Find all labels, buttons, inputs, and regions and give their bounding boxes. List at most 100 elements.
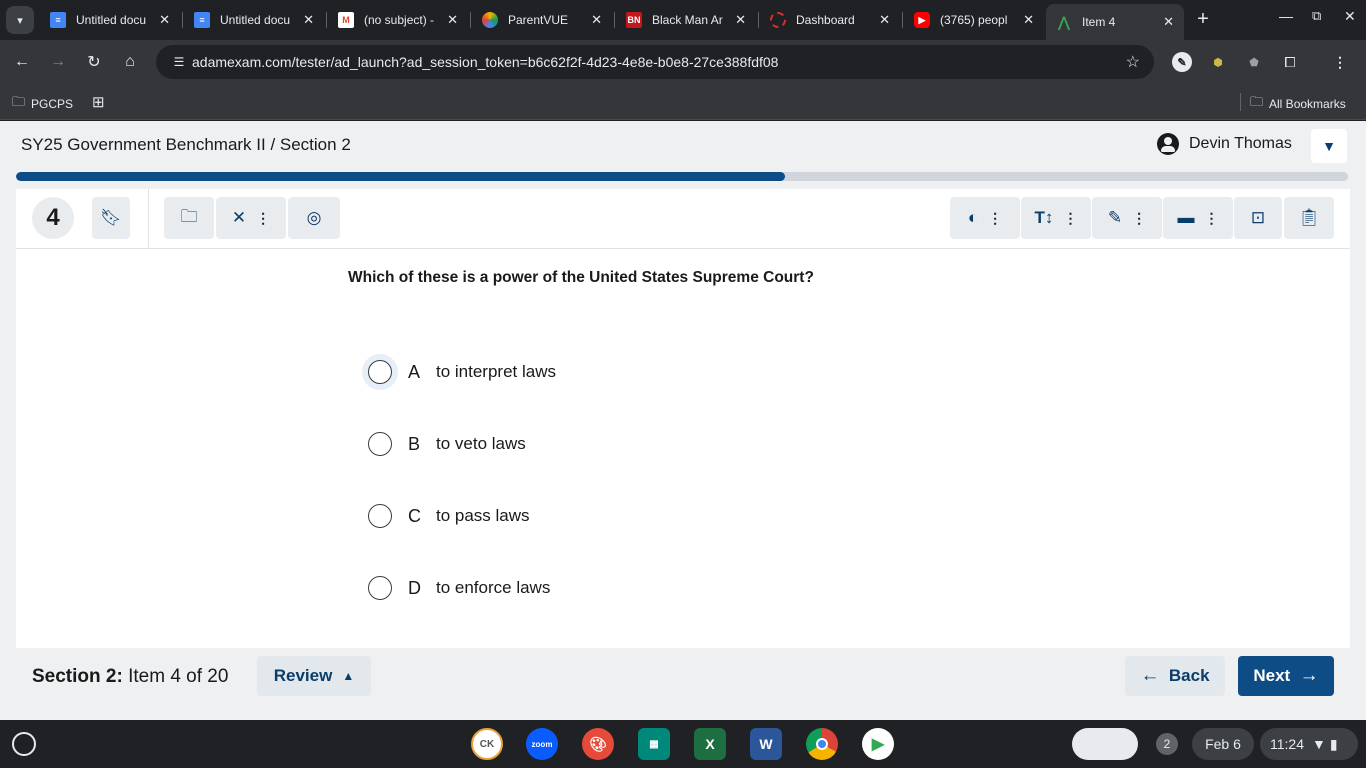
chrome-icon[interactable] — [806, 728, 838, 760]
play-store-icon[interactable]: ▶ — [862, 728, 894, 760]
close-icon[interactable]: ✕ — [1023, 12, 1034, 28]
close-icon[interactable]: ✕ — [303, 12, 314, 28]
ck12-icon[interactable]: CK — [471, 728, 503, 760]
word-icon[interactable]: W — [750, 728, 782, 760]
close-window-button[interactable]: ✕ — [1344, 8, 1356, 25]
browser-tab[interactable]: BN Black Man Ar ✕ — [616, 4, 756, 36]
radio-button[interactable] — [368, 360, 392, 384]
masking-button[interactable]: ◎ — [288, 197, 340, 239]
user-menu-button[interactable]: ▼ — [1311, 129, 1347, 163]
restore-button[interactable]: ⧉ — [1312, 8, 1321, 24]
item-position: Section 2: Item 4 of 20 — [32, 666, 229, 687]
contrast-button[interactable]: ◐ ⋮ — [950, 197, 1020, 239]
radio-wrap[interactable] — [362, 498, 398, 534]
status-tray[interactable]: 11:24 ▼ ▮ — [1260, 728, 1358, 760]
progress-fill — [16, 172, 785, 181]
radio-button[interactable] — [368, 504, 392, 528]
clock: 11:24 — [1270, 736, 1304, 752]
radio-button[interactable] — [368, 432, 392, 456]
highlighter-button[interactable]: ✎ ⋮ — [1092, 197, 1162, 239]
radio-button[interactable] — [368, 576, 392, 600]
excel-icon[interactable]: X — [694, 728, 726, 760]
extensions-puzzle-icon[interactable]: ⧠ — [1280, 52, 1300, 72]
launcher-button[interactable] — [12, 732, 36, 756]
choice-c[interactable]: C to pass laws — [362, 498, 530, 534]
bookmark-separator — [1240, 93, 1241, 111]
zoom-icon[interactable]: zoom — [526, 728, 558, 760]
dashboard-icon — [770, 12, 786, 28]
os-shelf: CK zoom 🎨︎ ▦ X W ▶ 2 Feb 6 11:24 ▼ ▮ — [0, 720, 1366, 768]
extension-shield-icon[interactable]: ⬟ — [1244, 52, 1264, 72]
radio-wrap[interactable] — [362, 570, 398, 606]
radio-wrap[interactable] — [362, 426, 398, 462]
close-icon[interactable]: ✕ — [591, 12, 602, 28]
choice-d[interactable]: D to enforce laws — [362, 570, 550, 606]
close-icon[interactable]: ✕ — [879, 12, 890, 28]
minimize-button[interactable]: — — [1279, 8, 1293, 24]
close-icon[interactable]: ✕ — [159, 12, 170, 28]
paint-icon[interactable]: 🎨︎ — [582, 728, 614, 760]
gmail-icon: M — [338, 12, 354, 28]
browser-tab[interactable]: ParentVUE ✕ — [472, 4, 612, 36]
browser-tab[interactable]: M (no subject) - ✕ — [328, 4, 468, 36]
caret-up-icon: ▲ — [342, 669, 355, 683]
notification-count[interactable]: 2 — [1156, 733, 1178, 755]
screenshot-tray[interactable] — [1072, 728, 1138, 760]
all-bookmarks[interactable]: 🗀 All Bookmarks — [1250, 93, 1346, 115]
home-button[interactable]: ⌂ — [116, 48, 144, 76]
tab-separator — [470, 12, 471, 28]
contrast-icon: ◐ — [967, 208, 979, 227]
zoom-button[interactable]: ⊡ — [1234, 197, 1282, 239]
browser-tab[interactable]: ≡ Untitled docu ✕ — [184, 4, 324, 36]
line-reader-button[interactable]: ▬ ⋮ — [1163, 197, 1233, 239]
apps-button[interactable]: ⊞ — [92, 93, 105, 111]
apps-grid-icon: ⊞ — [92, 94, 105, 111]
browser-menu-icon[interactable]: ⋮ — [1330, 52, 1350, 72]
new-tab-button[interactable]: + — [1192, 8, 1214, 30]
choice-b[interactable]: B to veto laws — [362, 426, 526, 462]
more-options-icon[interactable]: ⋮ — [256, 210, 270, 227]
browser-tab[interactable]: ≡ Untitled docu ✕ — [40, 4, 180, 36]
chevron-down-icon: ▾ — [17, 14, 23, 27]
next-button[interactable]: Next → — [1238, 656, 1334, 696]
tab-separator — [758, 12, 759, 28]
extension-hex-icon[interactable]: ⬢ — [1208, 52, 1228, 72]
back-nav-button[interactable]: ← — [8, 48, 36, 76]
eye-slash-icon: ◎ — [306, 208, 322, 227]
back-button[interactable]: ← Back — [1125, 656, 1225, 696]
plus-icon: + — [1197, 7, 1209, 30]
choice-a[interactable]: A to interpret laws — [362, 354, 556, 390]
eliminator-button[interactable]: ✕ ⋮ — [216, 197, 286, 239]
url-text[interactable]: adamexam.com/tester/ad_launch?ad_session… — [192, 54, 778, 70]
close-icon[interactable]: ✕ — [735, 12, 746, 28]
browser-tab[interactable]: ▶ (3765) peopl ✕ — [904, 4, 1044, 36]
tools-divider — [148, 189, 149, 249]
more-options-icon[interactable]: ⋮ — [988, 210, 1002, 227]
forward-nav-button[interactable]: → — [44, 48, 72, 76]
tab-search-button[interactable]: ▾ — [6, 6, 34, 34]
more-options-icon[interactable]: ⋮ — [1205, 210, 1219, 227]
star-icon[interactable]: ☆ — [1126, 52, 1140, 72]
classroom-icon[interactable]: ▦ — [638, 728, 670, 760]
reload-button[interactable]: ↻ — [80, 48, 108, 76]
close-icon[interactable]: ✕ — [447, 12, 458, 28]
test-page: SY25 Government Benchmark II / Section 2… — [0, 121, 1366, 720]
home-icon: ⌂ — [125, 53, 135, 70]
close-icon[interactable]: ✕ — [1163, 14, 1174, 30]
date-tray[interactable]: Feb 6 — [1192, 728, 1254, 760]
browser-tab[interactable]: Dashboard ✕ — [760, 4, 900, 36]
arrow-right-icon: → — [50, 53, 66, 70]
radio-wrap[interactable] — [362, 354, 398, 390]
more-options-icon[interactable]: ⋮ — [1132, 210, 1146, 227]
address-bar[interactable]: ☰ adamexam.com/tester/ad_launch?ad_sessi… — [156, 45, 1154, 79]
notes-button[interactable]: 🗀 — [164, 197, 214, 239]
browser-tab-active[interactable]: ⋀ Item 4 ✕ — [1046, 4, 1184, 40]
review-button[interactable]: Review ▲ — [257, 656, 371, 696]
more-options-icon[interactable]: ⋮ — [1063, 210, 1077, 227]
text-size-button[interactable]: T↕ ⋮ — [1021, 197, 1091, 239]
clipboard-button[interactable]: 📋︎ — [1284, 197, 1334, 239]
bookmark-button[interactable]: 🔖︎ — [92, 197, 130, 239]
extension-icon[interactable]: ✎ — [1172, 52, 1192, 72]
site-info-icon[interactable]: ☰ — [164, 55, 194, 69]
bookmark-pgcps[interactable]: 🗀 PGCPS — [12, 93, 73, 115]
